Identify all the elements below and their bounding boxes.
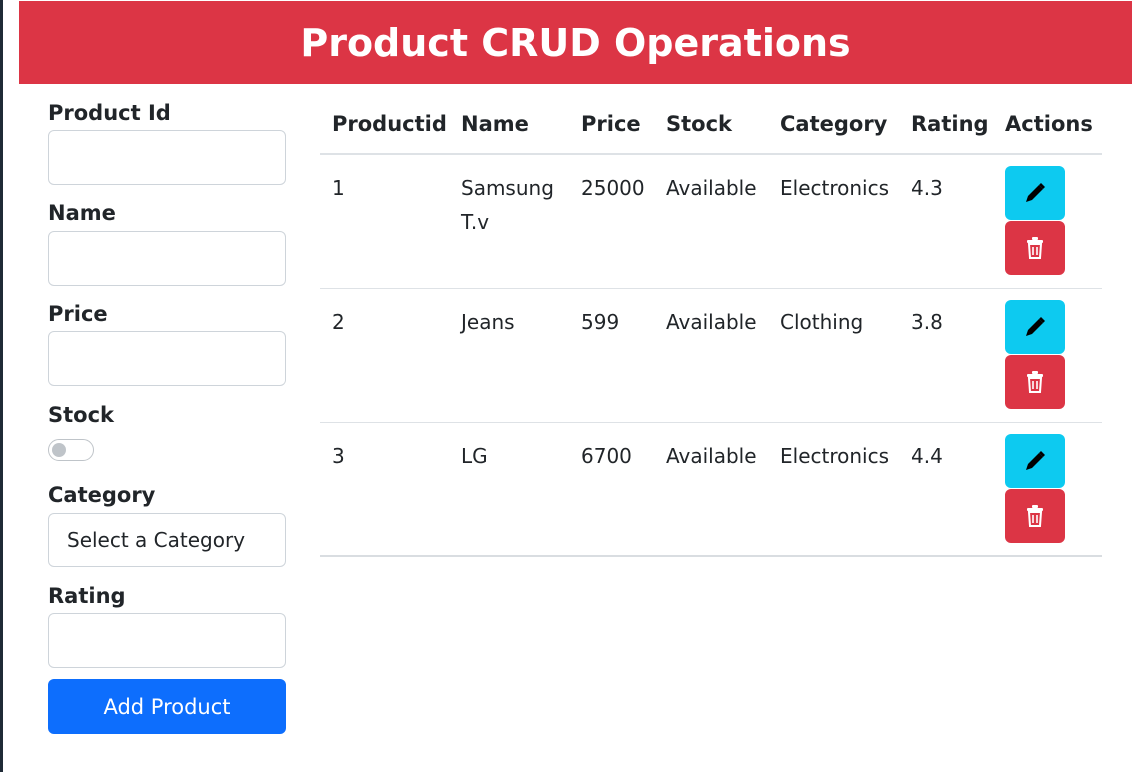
cell-rating: 4.4	[911, 444, 943, 468]
page-title: Product CRUD Operations	[300, 20, 851, 65]
cell-productid: 2	[332, 310, 345, 334]
price-input[interactable]	[48, 331, 286, 386]
category-label: Category	[48, 483, 156, 507]
pencil-icon	[1026, 317, 1045, 336]
stock-toggle[interactable]	[48, 439, 94, 461]
column-header-price: Price	[581, 112, 641, 136]
edit-button[interactable]	[1005, 166, 1065, 220]
name-input[interactable]	[48, 231, 286, 286]
rating-label: Rating	[48, 584, 126, 608]
trash-icon	[1027, 371, 1043, 393]
column-header-name: Name	[461, 112, 529, 136]
delete-button[interactable]	[1005, 489, 1065, 543]
edit-button[interactable]	[1005, 434, 1065, 488]
cell-category: Clothing	[780, 310, 864, 334]
cell-name: Samsung T.v	[461, 176, 554, 234]
column-header-rating: Rating	[911, 112, 989, 136]
cell-price: 25000	[581, 176, 645, 200]
cell-rating: 3.8	[911, 310, 943, 334]
pencil-icon	[1026, 183, 1045, 202]
cell-name: Jeans	[461, 310, 515, 334]
category-select-value: Select a Category	[67, 528, 246, 552]
products-table: Productid Name Price Stock Category Rati…	[320, 100, 1102, 557]
pencil-icon	[1026, 451, 1045, 470]
window-edge	[0, 0, 3, 772]
cell-stock: Available	[666, 176, 757, 200]
table-row: 1 Samsung T.v 25000 Available Electronic…	[320, 155, 1102, 289]
cell-rating: 4.3	[911, 176, 943, 200]
cell-name: LG	[461, 444, 488, 468]
cell-productid: 1	[332, 176, 345, 200]
table-row: 2 Jeans 599 Available Clothing 3.8	[320, 289, 1102, 423]
column-header-category: Category	[780, 112, 888, 136]
column-header-stock: Stock	[666, 112, 733, 136]
delete-button[interactable]	[1005, 221, 1065, 275]
cell-category: Electronics	[780, 444, 890, 468]
trash-icon	[1027, 237, 1043, 259]
stock-label: Stock	[48, 403, 115, 427]
rating-input[interactable]	[48, 613, 286, 668]
product-id-label: Product Id	[48, 101, 171, 125]
cell-price: 6700	[581, 444, 632, 468]
price-label: Price	[48, 302, 108, 326]
page-header: Product CRUD Operations	[19, 1, 1132, 84]
delete-button[interactable]	[1005, 355, 1065, 409]
column-header-actions: Actions	[1005, 112, 1093, 136]
cell-category: Electronics	[780, 176, 890, 200]
add-product-button[interactable]: Add Product	[48, 679, 286, 734]
edit-button[interactable]	[1005, 300, 1065, 354]
cell-price: 599	[581, 310, 620, 334]
table-header: Productid Name Price Stock Category Rati…	[320, 100, 1102, 155]
product-id-input[interactable]	[48, 130, 286, 185]
name-label: Name	[48, 201, 116, 225]
table-row: 3 LG 6700 Available Electronics 4.4	[320, 423, 1102, 557]
column-header-productid: Productid	[332, 112, 447, 136]
trash-icon	[1027, 505, 1043, 527]
cell-productid: 3	[332, 444, 345, 468]
cell-stock: Available	[666, 310, 757, 334]
category-select[interactable]: Select a Category	[48, 513, 286, 567]
cell-stock: Available	[666, 444, 757, 468]
stock-toggle-knob	[52, 443, 66, 457]
